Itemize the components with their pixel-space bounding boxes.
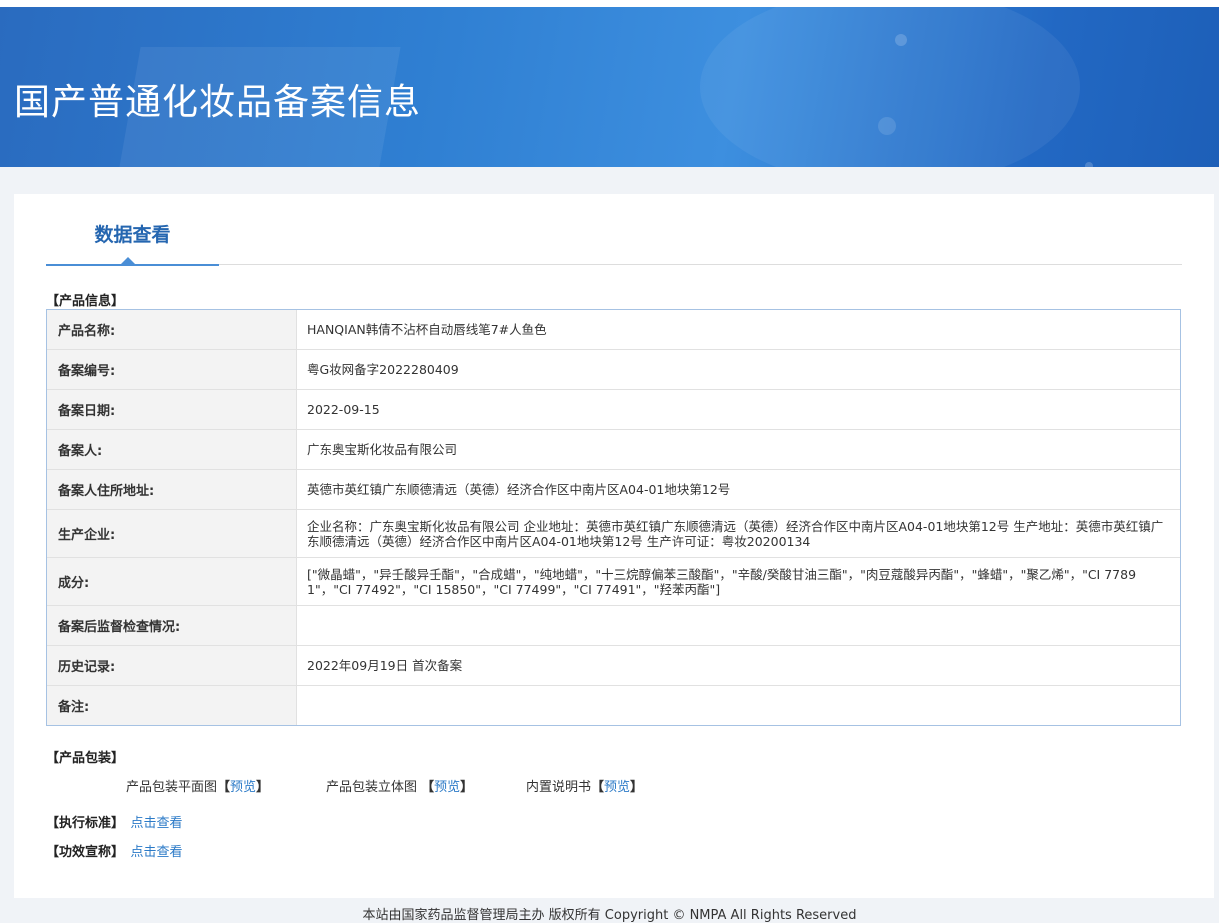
row-label: 产品名称:	[47, 310, 297, 349]
packaging-3d-preview-link[interactable]: 预览	[434, 780, 460, 795]
row-label: 成分:	[47, 558, 297, 605]
header-banner: 国产普通化妆品备案信息	[0, 7, 1219, 167]
product-info-heading: 【产品信息】	[46, 294, 125, 309]
tab-bar: 数据查看	[46, 194, 1182, 266]
row-label: 备案人:	[47, 430, 297, 469]
row-label: 备案人住所地址:	[47, 470, 297, 509]
packaging-flat-preview-link[interactable]: 预览	[230, 780, 256, 795]
standard-heading: 【执行标准】 点击查看	[46, 816, 183, 831]
table-row: 备案人住所地址: 英德市英红镇广东顺德清远（英德）经济合作区中南片区A04-01…	[47, 470, 1180, 510]
efficacy-heading: 【功效宣称】 点击查看	[46, 845, 183, 860]
table-row: 备案人: 广东奥宝斯化妆品有限公司	[47, 430, 1180, 470]
filer-address-value: 英德市英红镇广东顺德清远（英德）经济合作区中南片区A04-01地块第12号	[307, 482, 731, 497]
tab-data-view-label: 数据查看	[94, 224, 171, 246]
tab-active-indicator	[121, 257, 135, 264]
filer-value: 广东奥宝斯化妆品有限公司	[307, 442, 458, 457]
packaging-3d-item: 产品包装立体图 【预览】	[326, 780, 474, 795]
content-panel: 数据查看 【产品信息】 产品名称: HANQIAN韩倩不沾杯自动唇线笔7#人鱼色…	[14, 194, 1214, 898]
row-label: 备案编号:	[47, 350, 297, 389]
efficacy-view-link[interactable]: 点击查看	[131, 845, 183, 860]
packaging-flat-item: 产品包装平面图【预览】	[126, 780, 270, 795]
row-label: 备案后监督检查情况:	[47, 606, 297, 645]
top-strip	[0, 0, 1219, 7]
ingredients-value: ["微晶蜡"，"异壬酸异壬酯"，"合成蜡"，"纯地蜡"，"十三烷醇偏苯三酸酯"，…	[307, 566, 1137, 597]
standard-view-link[interactable]: 点击查看	[131, 816, 183, 831]
table-row: 备案后监督检查情况:	[47, 606, 1180, 646]
table-row: 备案编号: 粤G妆网备字2022280409	[47, 350, 1180, 390]
table-row: 产品名称: HANQIAN韩倩不沾杯自动唇线笔7#人鱼色	[47, 310, 1180, 350]
filing-date-value: 2022-09-15	[307, 402, 380, 417]
row-label: 备注:	[47, 686, 297, 725]
page-title: 国产普通化妆品备案信息	[14, 82, 422, 123]
packaging-heading: 【产品包装】	[46, 751, 125, 766]
history-value: 2022年09月19日 首次备案	[307, 658, 463, 673]
product-info-table: 产品名称: HANQIAN韩倩不沾杯自动唇线笔7#人鱼色 备案编号: 粤G妆网备…	[46, 309, 1181, 726]
row-label: 生产企业:	[47, 510, 297, 557]
table-row: 历史记录: 2022年09月19日 首次备案	[47, 646, 1180, 686]
row-label: 历史记录:	[47, 646, 297, 685]
row-label: 备案日期:	[47, 390, 297, 429]
table-row: 生产企业: 企业名称：广东奥宝斯化妆品有限公司 企业地址：英德市英红镇广东顺德清…	[47, 510, 1180, 558]
product-name-value: HANQIAN韩倩不沾杯自动唇线笔7#人鱼色	[307, 322, 547, 337]
footer-copyright: 本站由国家药品监督管理局主办 版权所有 Copyright © NMPA All…	[362, 908, 857, 923]
manual-preview-link[interactable]: 预览	[604, 780, 630, 795]
table-row: 备案日期: 2022-09-15	[47, 390, 1180, 430]
table-row: 成分: ["微晶蜡"，"异壬酸异壬酯"，"合成蜡"，"纯地蜡"，"十三烷醇偏苯三…	[47, 558, 1180, 606]
tab-data-view[interactable]: 数据查看	[46, 194, 219, 266]
manufacturer-value: 企业名称：广东奥宝斯化妆品有限公司 企业地址：英德市英红镇广东顺德清远（英德）经…	[307, 518, 1164, 549]
filing-number-value: 粤G妆网备字2022280409	[307, 362, 459, 377]
table-row: 备注:	[47, 686, 1180, 725]
manual-item: 内置说明书【预览】	[526, 780, 644, 795]
